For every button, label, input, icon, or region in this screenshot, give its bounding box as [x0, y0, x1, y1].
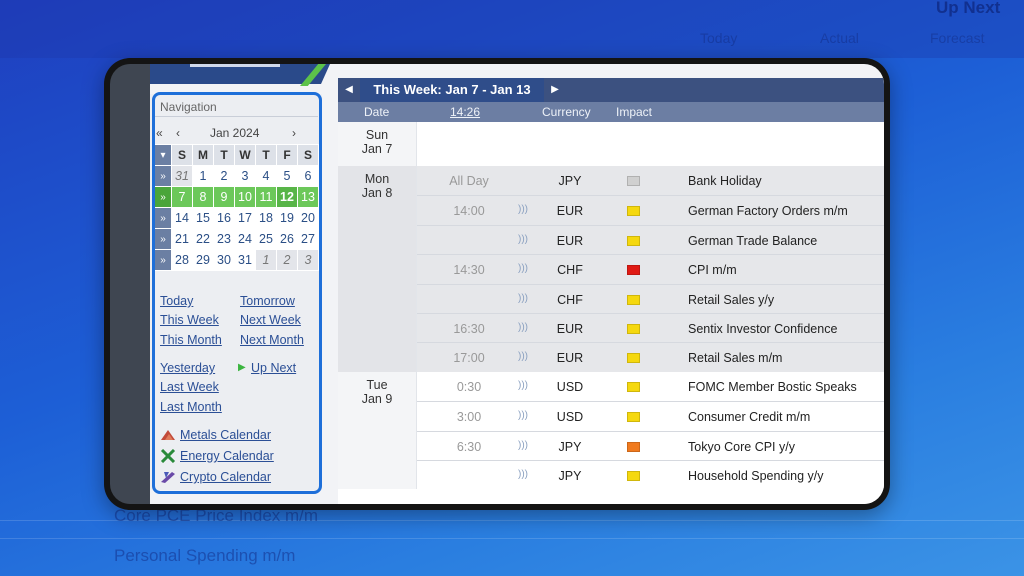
- empty-day-row: [338, 122, 884, 166]
- alert-icon[interactable]: ))): [518, 234, 528, 245]
- event-row[interactable]: ))) JPY Household Spending y/y: [338, 460, 884, 491]
- event-currency: USD: [556, 379, 584, 394]
- impact-yellow-icon[interactable]: [627, 324, 640, 334]
- device-frame: Navigation « ‹ Jan 2024 › ▾ S M T W T F …: [104, 58, 890, 510]
- background-header: [0, 0, 1024, 58]
- alert-icon[interactable]: ))): [518, 410, 528, 421]
- event-title[interactable]: Bank Holiday: [688, 174, 762, 188]
- impact-yellow-icon[interactable]: [627, 235, 640, 246]
- event-row[interactable]: 14:00))) EUR German Factory Orders m/m: [338, 195, 884, 226]
- event-currency: EUR: [556, 204, 584, 219]
- impact-yellow-icon[interactable]: [627, 294, 640, 305]
- event-title[interactable]: CPI m/m: [688, 263, 737, 277]
- event-time: 17:00: [453, 351, 485, 366]
- event-row[interactable]: All Day JPY Bank Holiday: [338, 166, 884, 196]
- event-currency: EUR: [556, 322, 584, 336]
- event-currency: CHF: [557, 292, 583, 307]
- event-row[interactable]: 6:30))) JPY Tokyo Core CPI y/y: [338, 430, 884, 461]
- impact-gray-icon[interactable]: [627, 176, 640, 186]
- event-currency: EUR: [556, 233, 584, 248]
- impact-yellow-icon[interactable]: [627, 381, 640, 392]
- event-row[interactable]: 17:00))) EUR Retail Sales m/m: [338, 342, 884, 373]
- week-bar: ◀ This Week: Jan 7 - Jan 13 ▶: [338, 78, 884, 102]
- event-title[interactable]: FOMC Member Bostic Speaks: [688, 380, 857, 394]
- event-title[interactable]: Retail Sales y/y: [688, 293, 774, 307]
- site-logo-banner[interactable]: [150, 64, 330, 84]
- navigation-panel: Navigation « ‹ Jan 2024 › ▾ S M T W T F …: [150, 92, 322, 494]
- event-currency: JPY: [558, 469, 582, 483]
- event-currency: USD: [556, 410, 584, 425]
- device-screen: Navigation « ‹ Jan 2024 › ▾ S M T W T F …: [110, 64, 884, 504]
- impact-header: Impact: [616, 105, 653, 119]
- day-cell: Tue Jan 9: [338, 371, 417, 490]
- alert-icon[interactable]: ))): [518, 469, 528, 480]
- impact-yellow-icon[interactable]: [627, 471, 640, 481]
- event-currency: EUR: [556, 351, 584, 366]
- day-date: Jan 7: [361, 142, 393, 156]
- day-date: Jan 8: [361, 186, 393, 200]
- event-title[interactable]: Sentix Investor Confidence: [688, 322, 837, 336]
- alert-icon[interactable]: ))): [518, 263, 528, 274]
- alert-icon[interactable]: ))): [518, 204, 528, 215]
- event-time: 16:30: [453, 322, 485, 336]
- event-title[interactable]: German Factory Orders m/m: [688, 204, 848, 218]
- impact-orange-icon[interactable]: [627, 441, 640, 452]
- event-time: 3:00: [456, 410, 482, 425]
- event-time: 0:30: [456, 379, 482, 394]
- event-row[interactable]: ))) EUR German Trade Balance: [338, 224, 884, 256]
- day-date: Jan 9: [361, 391, 393, 406]
- event-currency: JPY: [558, 439, 582, 454]
- impact-yellow-icon[interactable]: [627, 206, 640, 217]
- economic-calendar: ◀ This Week: Jan 7 - Jan 13 ▶ Date 14:26…: [338, 78, 884, 504]
- prev-week-icon[interactable]: ◀: [338, 78, 360, 102]
- day-cell: Mon Jan 8: [338, 166, 417, 372]
- background-divider: [0, 538, 1024, 539]
- calendar-header: Date 14:26 Currency Impact: [338, 102, 884, 122]
- background-col-today: Today: [700, 30, 738, 46]
- event-title[interactable]: Consumer Credit m/m: [688, 410, 810, 424]
- event-time: 14:00: [453, 204, 485, 219]
- event-time: 6:30: [456, 439, 482, 454]
- calendar-app: Navigation « ‹ Jan 2024 › ▾ S M T W T F …: [150, 64, 884, 504]
- event-title[interactable]: Retail Sales m/m: [688, 351, 782, 365]
- date-header: Date: [364, 105, 390, 119]
- impact-red-icon[interactable]: [627, 265, 640, 276]
- alert-icon[interactable]: ))): [518, 380, 528, 391]
- background-col-forecast: Forecast: [930, 30, 985, 46]
- background-col-actual: Actual: [820, 30, 859, 46]
- next-week-icon[interactable]: ▶: [544, 78, 566, 102]
- event-row[interactable]: 0:30))) USD FOMC Member Bostic Speaks: [338, 371, 884, 402]
- event-row[interactable]: 16:30))) EUR Sentix Investor Confidence: [338, 313, 884, 344]
- impact-yellow-icon[interactable]: [627, 353, 640, 364]
- navigation-highlight: [152, 92, 322, 494]
- alert-icon[interactable]: ))): [518, 293, 528, 304]
- currency-header: Currency: [542, 105, 591, 119]
- alert-icon[interactable]: ))): [518, 322, 528, 333]
- event-currency: JPY: [558, 174, 582, 188]
- time-header[interactable]: 14:26: [450, 105, 480, 119]
- event-title[interactable]: Tokyo Core CPI y/y: [688, 440, 795, 454]
- site-logo: [190, 64, 280, 67]
- alert-icon[interactable]: ))): [518, 440, 528, 451]
- event-row[interactable]: 14:30))) CHF CPI m/m: [338, 254, 884, 285]
- event-time: 14:30: [453, 263, 485, 278]
- event-row[interactable]: ))) CHF Retail Sales y/y: [338, 283, 884, 314]
- event-time: All Day: [449, 174, 489, 188]
- day-cell: Sun Jan 7: [338, 122, 417, 166]
- event-row[interactable]: 3:00))) USD Consumer Credit m/m: [338, 401, 884, 432]
- day-name: Tue: [366, 377, 388, 392]
- event-currency: CHF: [557, 263, 583, 278]
- event-title[interactable]: Household Spending y/y: [688, 469, 824, 483]
- event-title[interactable]: German Trade Balance: [688, 234, 817, 248]
- impact-yellow-icon[interactable]: [627, 412, 640, 423]
- alert-icon[interactable]: ))): [518, 351, 528, 362]
- day-name: Sun: [365, 128, 389, 142]
- background-row-personal-spending: Personal Spending m/m: [114, 546, 296, 565]
- day-name: Mon: [364, 172, 390, 186]
- background-up-next: Up Next: [936, 0, 1001, 17]
- week-label: This Week: Jan 7 - Jan 13: [360, 78, 544, 102]
